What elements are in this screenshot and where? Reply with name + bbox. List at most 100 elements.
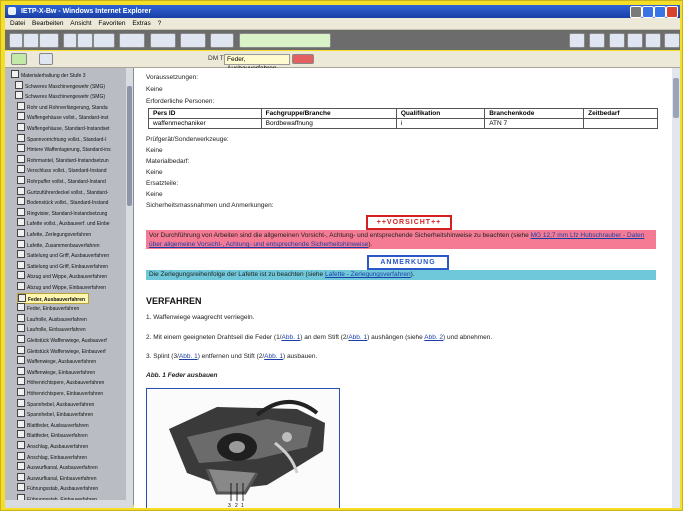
sidebar-item[interactable]: Waffenwiege, Einbauverfahren xyxy=(17,366,127,376)
menu-ansicht[interactable]: Ansicht xyxy=(70,20,91,27)
maximize-button[interactable] xyxy=(654,6,666,18)
sidebar-item[interactable]: Sattelung und Griff, Ausbauverfahren xyxy=(17,250,127,259)
sidebar-item-label: Lafette, Zerlegungsverfahren xyxy=(27,232,92,238)
tree-hscrollbar[interactable] xyxy=(5,500,133,508)
personnel-table: Pers ID Fachgruppe/Branche Qualifikation… xyxy=(148,108,658,129)
sidebar-item[interactable]: Ringvisier, Standard-Instandsetzung xyxy=(17,207,127,217)
nav-icon[interactable] xyxy=(9,33,23,48)
options-icon[interactable] xyxy=(627,33,643,48)
document-bar: DM Titel: Feder, Ausbauverfahren xyxy=(5,51,680,72)
sidebar-item[interactable]: Anschlag, Einbauverfahren xyxy=(17,451,127,461)
pruefgeraet-label: Prüfgerät/Sonderwerkzeuge: xyxy=(146,136,229,143)
sidebar-item[interactable]: Spannhebel, Ausbauverfahren xyxy=(17,398,127,408)
sidebar-item[interactable]: Abzug und Wippe, Ausbauverfahren xyxy=(17,271,127,280)
sidebar-item[interactable]: Lafette vollst., Ausbauverf. und Einbe xyxy=(17,218,127,227)
sidebar-item[interactable]: Rohrpuffer vollst., Standard-Instand xyxy=(17,176,127,185)
abb-link[interactable]: Abb. 1 xyxy=(179,353,198,360)
abb-link[interactable]: Abb. 1 xyxy=(348,334,367,341)
sidebar-item[interactable]: Feder, Ausbauverfahren xyxy=(17,292,90,304)
note-box: Die Zerlegungsreihenfolge der Lafette is… xyxy=(146,270,656,280)
print-icon[interactable] xyxy=(119,33,145,48)
sidebar-item[interactable]: Verschluss vollst., Standard-Instand xyxy=(17,165,127,174)
help-toolbar-icon[interactable] xyxy=(664,33,680,48)
abb-link[interactable]: Abb. 1 xyxy=(264,353,283,360)
sidebar-item[interactable]: Rohrmantel, Standard-Instandsetzun xyxy=(17,154,127,164)
sidebar-item[interactable]: Führungsstab, Ausbauverfahren xyxy=(17,483,127,492)
note-text: Die Zerlegungsreihenfolge der Lafette is… xyxy=(149,271,324,278)
figure-icon[interactable] xyxy=(210,33,234,48)
menu-help[interactable]: ? xyxy=(158,20,162,27)
tree-scrollbar[interactable] xyxy=(126,68,133,505)
flag-icon[interactable] xyxy=(292,54,314,64)
callout-label: 3 xyxy=(228,503,231,508)
fa-icon[interactable] xyxy=(11,53,27,65)
sidebar-item-label: Feder, Ausbauverfahren xyxy=(28,296,86,303)
sidebar-item[interactable]: Rohr und Rohrverlängerung, Standa xyxy=(17,101,127,111)
sidebar-item[interactable]: Waffenwiege, Ausbauverfahren xyxy=(17,356,127,365)
sidebar-item[interactable]: Blattfeder, Einbauverfahren xyxy=(17,430,127,439)
sidebar-item[interactable]: Laufrolle, Einbauverfahren xyxy=(17,324,127,333)
format-toolbar[interactable] xyxy=(239,33,331,48)
sidebar-item[interactable]: Abzug und Wippe, Einbauverfahren xyxy=(17,282,127,291)
expand-icon[interactable] xyxy=(23,33,39,48)
step-3: 3. Splint (3/Abb. 1) entfernen und Stift… xyxy=(146,353,317,360)
sidebar-item[interactable]: Höhenrichtspere, Einbauverfahren xyxy=(17,388,127,397)
sidebar-item[interactable]: Sattelung und Griff, Einbauverfahren xyxy=(17,260,127,270)
voraussetzungen-value: Keine xyxy=(146,86,163,93)
home-icon[interactable] xyxy=(63,33,77,48)
sidebar-item[interactable]: Hintere Waffenlagerung, Standard-ins xyxy=(17,144,127,153)
sidebar-item[interactable]: Lafette, Zusammenbauverfahren xyxy=(17,239,127,249)
edit-icon[interactable] xyxy=(589,33,605,48)
sidebar-item[interactable]: Laufrolle, Ausbauverfahren xyxy=(17,313,127,323)
back-forward-icon[interactable] xyxy=(93,33,115,48)
sidebar-item[interactable]: Gurtzuführerdeckel vollst., Standard- xyxy=(17,186,127,196)
note-link[interactable]: Lafette - Zerlegungsverfahren xyxy=(325,271,411,278)
step-2: 2. Mit einem geeigneten Drahtseil die Fe… xyxy=(146,334,492,341)
sidebar-item-label: Laufrolle, Ausbauverfahren xyxy=(27,316,87,323)
document-icon xyxy=(17,165,25,174)
tree-scroll-thumb[interactable] xyxy=(127,86,132,206)
document-icon xyxy=(17,441,25,449)
sidebar-item[interactable]: Spannhebel, Einbauverfahren xyxy=(17,409,127,418)
sidebar-item[interactable]: Blattfeder, Ausbauverfahren xyxy=(17,419,127,429)
sidebar-item[interactable]: Gleitstück Waffenwiege, Einbauverf xyxy=(17,345,127,355)
zoom-icon[interactable] xyxy=(180,33,206,48)
document-icon xyxy=(17,377,25,386)
sidebar-item[interactable]: Lafette, Zerlegungsverfahren xyxy=(17,229,127,238)
menu-favoriten[interactable]: Favoriten xyxy=(98,20,125,27)
tree-icon[interactable] xyxy=(39,33,59,48)
tools-icon[interactable] xyxy=(569,33,585,48)
menu-extras[interactable]: Extras xyxy=(132,20,150,27)
sidebar-item[interactable]: Gleitstück Waffenwiege, Ausbauverf xyxy=(17,335,127,344)
sidebar-item[interactable]: Auswurfkanal, Ausbauverfahren xyxy=(17,462,127,471)
panel-icon[interactable] xyxy=(39,53,53,65)
sidebar-item-label: Rohrmantel, Standard-Instandsetzun xyxy=(27,157,109,164)
minimize-button[interactable] xyxy=(642,6,654,18)
step-text: ) entfernen und Stift (2/ xyxy=(197,353,265,360)
menu-bearbeiten[interactable]: Bearbeiten xyxy=(32,20,63,27)
sidebar-item[interactable]: Schweres Maschinengewehr (SMG) xyxy=(15,91,125,100)
close-button[interactable] xyxy=(666,6,678,18)
sidebar-item[interactable]: Bodenstück vollst., Standard-Instand xyxy=(17,197,127,206)
sidebar-item[interactable]: Auswurfkanal, Einbauverfahren xyxy=(17,472,127,482)
settings-icon[interactable] xyxy=(645,33,661,48)
sidebar-item[interactable]: Spannvorrichtung vollst., Standard-I xyxy=(17,133,127,143)
sidebar-item[interactable]: Schweres Maschinengewehr (SMG) xyxy=(15,80,125,90)
sidebar-item[interactable]: Höhenrichtspere, Ausbauverfahren xyxy=(17,377,127,386)
content-scroll-thumb[interactable] xyxy=(673,78,679,118)
sidebar-item[interactable]: Anschlag, Ausbauverfahren xyxy=(17,441,127,450)
help-icon[interactable] xyxy=(630,6,642,18)
abb-link[interactable]: Abb. 1 xyxy=(282,334,301,341)
menu-datei[interactable]: Datei xyxy=(10,20,25,27)
window-title: IETP-X-Bw - Windows Internet Explorer xyxy=(20,8,152,15)
sidebar-item[interactable]: Waffengehäuse, Standard-Instandset xyxy=(17,123,127,132)
bookmark-icon[interactable] xyxy=(77,33,93,48)
figure-spring-removal[interactable]: 3 2 1 xyxy=(146,388,340,508)
search-icon[interactable] xyxy=(150,33,176,48)
info-icon[interactable] xyxy=(609,33,625,48)
sidebar-item[interactable]: Feder, Einbauverfahren xyxy=(17,303,127,312)
content-scrollbar[interactable] xyxy=(672,68,680,508)
sidebar-item[interactable]: Materialerhaltung der Stufe 3 xyxy=(11,70,121,79)
abb-link[interactable]: Abb. 2 xyxy=(424,334,443,341)
sidebar-item[interactable]: Waffengehäuse vollst., Standard-inst xyxy=(17,112,127,121)
